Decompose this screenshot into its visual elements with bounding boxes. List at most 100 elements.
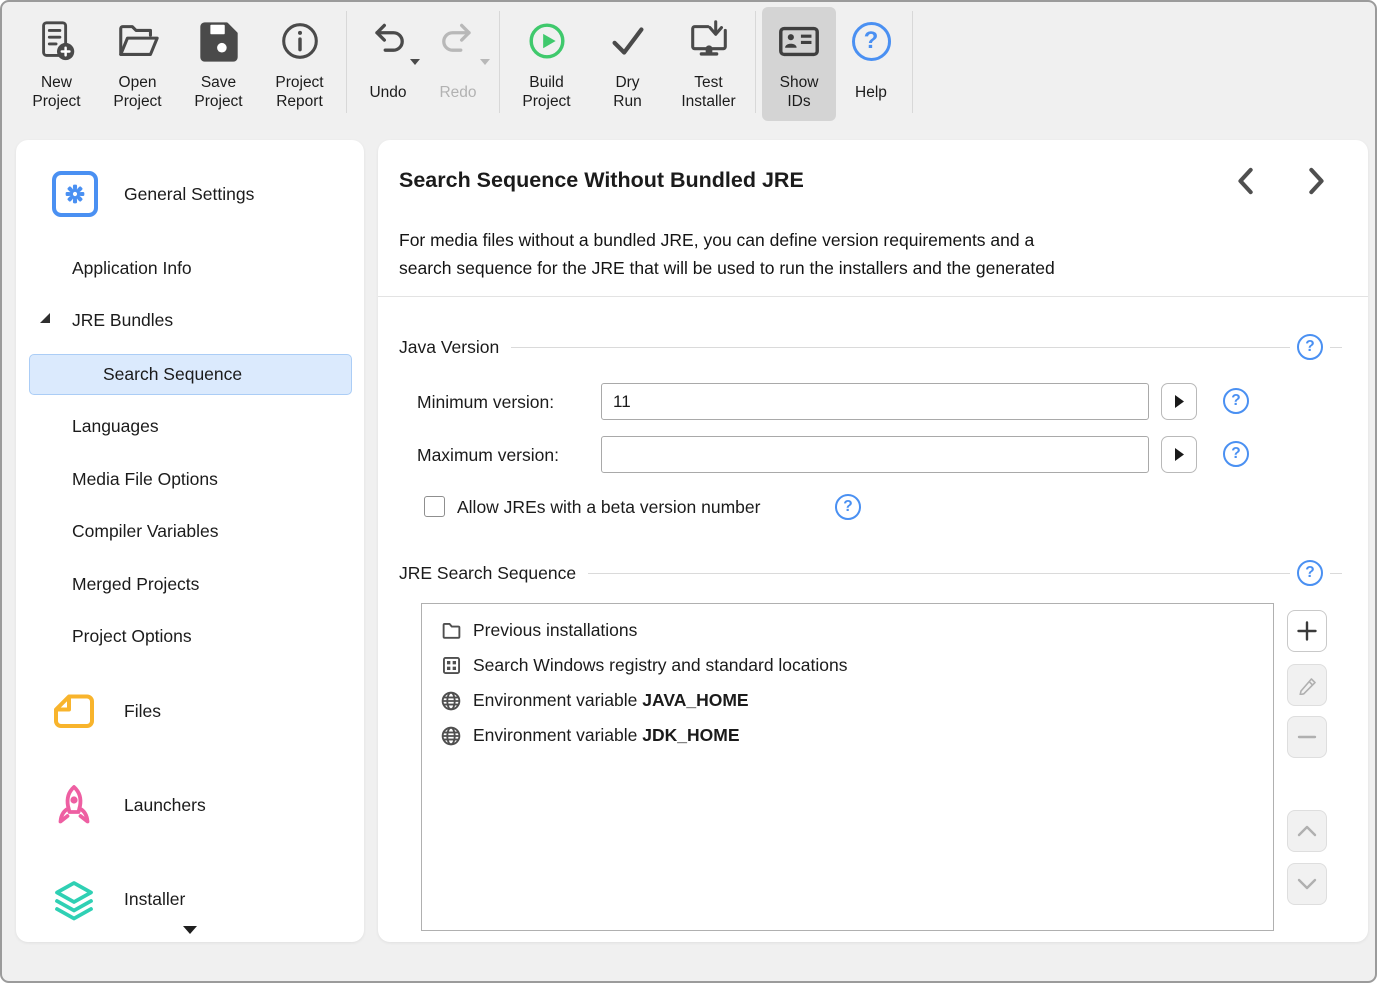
folder-icon: [440, 620, 462, 642]
triangle-right-icon: [1172, 446, 1186, 463]
dry-run-button[interactable]: DryRun: [587, 7, 668, 121]
build-project-button[interactable]: BuildProject: [506, 7, 587, 121]
toolbar-label: Project: [522, 92, 570, 111]
list-item-bold: JAVA_HOME: [642, 690, 748, 711]
redo-button[interactable]: Redo: [423, 7, 493, 121]
sidebar-item-jre-bundles[interactable]: JRE Bundles: [72, 310, 173, 331]
nav-back-button[interactable]: [1230, 164, 1262, 198]
page-title: Search Sequence Without Bundled JRE: [399, 168, 804, 193]
move-down-button[interactable]: [1287, 863, 1327, 905]
save-project-button[interactable]: SaveProject: [178, 7, 259, 121]
sidebar: General Settings Application Info JRE Bu…: [16, 140, 364, 942]
tree-expander-icon[interactable]: [40, 313, 50, 323]
toolbar-label: Installer: [681, 92, 735, 111]
sidebar-item-files[interactable]: Files: [124, 701, 161, 722]
list-item-env-java-home[interactable]: Environment variable JAVA_HOME: [422, 683, 1273, 718]
maximum-version-label: Maximum version:: [417, 445, 559, 466]
nav-forward-button[interactable]: [1300, 164, 1332, 198]
chevron-up-icon: [1296, 824, 1318, 838]
move-up-button[interactable]: [1287, 810, 1327, 852]
sidebar-item-installer[interactable]: Installer: [124, 889, 185, 910]
sidebar-item-launchers[interactable]: Launchers: [124, 795, 206, 816]
toolbar-label: IDs: [787, 92, 810, 111]
redo-icon: [436, 13, 480, 69]
rocket-icon: [50, 782, 98, 830]
sidebar-item-languages[interactable]: Languages: [72, 416, 159, 437]
toolbar-label: Build: [529, 73, 563, 92]
new-project-button[interactable]: NewProject: [16, 7, 97, 121]
list-item-text: Environment variable: [473, 725, 642, 746]
info-circle-icon: [277, 13, 323, 69]
maximum-version-help-icon[interactable]: ?: [1223, 441, 1249, 467]
list-item-bold: JDK_HOME: [642, 725, 739, 746]
toolbar-label: Open: [119, 73, 157, 92]
undo-icon: [366, 13, 410, 69]
undo-button[interactable]: Undo: [353, 7, 423, 121]
jre-search-help-icon[interactable]: ?: [1297, 560, 1323, 586]
sidebar-item-compiler-variables[interactable]: Compiler Variables: [72, 521, 219, 542]
checkmark-icon: [605, 13, 651, 69]
id-card-icon: [776, 13, 822, 69]
undo-dropdown-arrow[interactable]: [410, 59, 420, 65]
open-project-button[interactable]: OpenProject: [97, 7, 178, 121]
redo-dropdown-arrow[interactable]: [480, 59, 490, 65]
test-installer-button[interactable]: TestInstaller: [668, 7, 749, 121]
toolbar-label: New: [41, 73, 72, 92]
edit-entry-button[interactable]: [1287, 664, 1327, 706]
list-item-text: Previous installations: [473, 620, 637, 641]
main-panel: Search Sequence Without Bundled JRE For …: [378, 140, 1368, 942]
sidebar-item-media-file-options[interactable]: Media File Options: [72, 469, 218, 490]
minimum-version-help-icon[interactable]: ?: [1223, 388, 1249, 414]
monitor-download-icon: [686, 13, 732, 69]
build-play-icon: [524, 13, 570, 69]
jre-search-section-header: JRE Search Sequence ?: [399, 560, 1342, 586]
minimum-version-label: Minimum version:: [417, 392, 554, 413]
toolbar-label: Report: [276, 92, 323, 111]
chevron-down-icon: [1296, 877, 1318, 891]
help-icon: ?: [852, 22, 891, 61]
globe-icon: [440, 725, 462, 747]
jre-search-sequence-list: Previous installations Search Windows re…: [421, 603, 1274, 931]
minus-icon: [1296, 726, 1318, 748]
list-item-env-jdk-home[interactable]: Environment variable JDK_HOME: [422, 718, 1273, 753]
maximum-version-variable-button[interactable]: [1161, 436, 1197, 473]
remove-entry-button[interactable]: [1287, 716, 1327, 758]
minimum-version-variable-button[interactable]: [1161, 383, 1197, 420]
triangle-right-icon: [1172, 393, 1186, 410]
sidebar-item-merged-projects[interactable]: Merged Projects: [72, 574, 199, 595]
show-ids-button[interactable]: ShowIDs: [762, 7, 836, 121]
description-line: search sequence for the JRE that will be…: [399, 254, 1055, 282]
toolbar-separator: [499, 11, 500, 113]
toolbar-label: Undo: [369, 83, 406, 102]
sidebar-item-application-info[interactable]: Application Info: [72, 258, 192, 279]
list-item-previous-installations[interactable]: Previous installations: [422, 613, 1273, 648]
header-divider: [378, 296, 1368, 297]
sidebar-scroll-down-icon[interactable]: [183, 926, 197, 934]
minimum-version-input[interactable]: [601, 383, 1149, 420]
sidebar-item-search-sequence[interactable]: Search Sequence: [29, 354, 352, 395]
sidebar-item-general-settings[interactable]: General Settings: [124, 184, 254, 205]
toolbar-label: Show: [780, 73, 819, 92]
section-label: JRE Search Sequence: [399, 563, 576, 584]
sidebar-item-project-options[interactable]: Project Options: [72, 626, 192, 647]
list-item-windows-registry[interactable]: Search Windows registry and standard loc…: [422, 648, 1273, 683]
beta-version-help-icon[interactable]: ?: [835, 494, 861, 520]
section-label: Java Version: [399, 337, 499, 358]
toolbar-separator: [755, 11, 756, 113]
toolbar-label: Redo: [439, 83, 476, 102]
project-report-button[interactable]: ProjectReport: [259, 7, 340, 121]
java-version-section-header: Java Version ?: [399, 334, 1342, 360]
app-window: NewProject OpenProject SaveProject: [0, 0, 1377, 983]
add-entry-button[interactable]: [1287, 610, 1327, 652]
toolbar-label: Project: [275, 73, 323, 92]
beta-version-checkbox-label: Allow JREs with a beta version number: [457, 497, 760, 518]
globe-icon: [440, 690, 462, 712]
chevron-right-icon: [1303, 165, 1329, 197]
maximum-version-input[interactable]: [601, 436, 1149, 473]
page-description: For media files without a bundled JRE, y…: [399, 226, 1055, 282]
beta-version-checkbox[interactable]: [424, 496, 445, 517]
help-button[interactable]: ? Help: [836, 7, 906, 121]
java-version-help-icon[interactable]: ?: [1297, 334, 1323, 360]
list-item-text: Search Windows registry and standard loc…: [473, 655, 848, 676]
selected-item-label: Search Sequence: [103, 364, 242, 385]
